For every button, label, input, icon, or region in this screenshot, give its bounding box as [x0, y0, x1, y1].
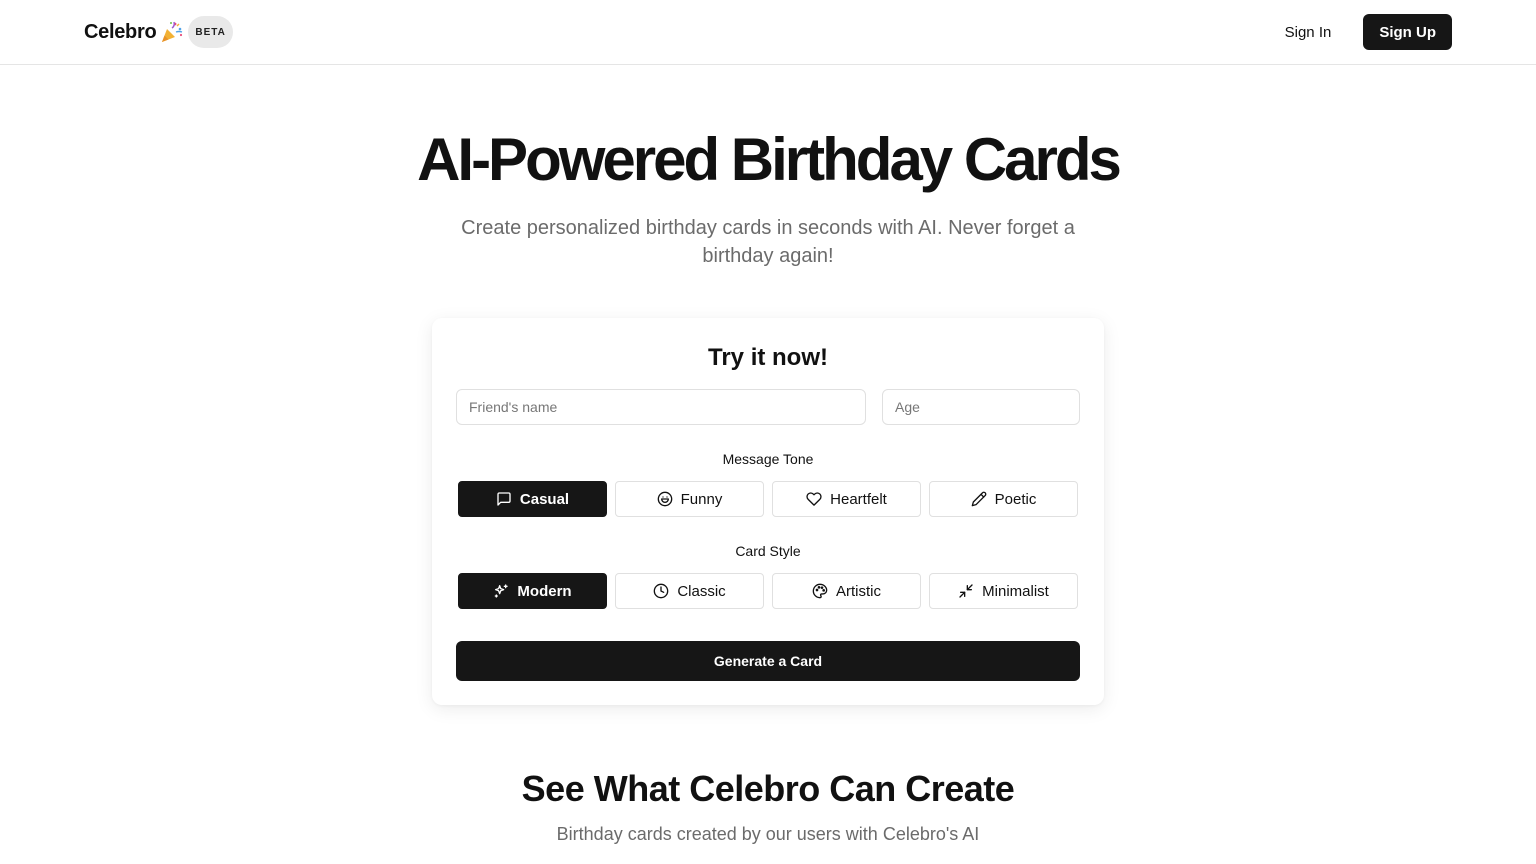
try-it-card: Try it now! Message Tone Casual Funny He…	[432, 318, 1104, 705]
brand-name: Celebro	[84, 20, 157, 43]
clock-icon	[653, 583, 669, 599]
tone-poetic-label: Poetic	[994, 490, 1037, 508]
smile-icon	[657, 491, 672, 507]
showcase-title: See What Celebro Can Create	[521, 768, 1015, 809]
palette-icon	[812, 583, 828, 599]
beta-badge: BETA	[188, 16, 233, 48]
heart-icon	[806, 492, 822, 506]
tone-heartfelt-button[interactable]: Heartfelt	[772, 481, 921, 517]
message-tone-label: Message Tone	[722, 451, 814, 467]
style-modern-button[interactable]: Modern	[458, 573, 607, 609]
top-navbar: Celebro BETA Sign In Sign Up	[0, 0, 1536, 65]
style-minimalist-button[interactable]: Minimalist	[929, 573, 1078, 609]
style-classic-button[interactable]: Classic	[615, 573, 764, 609]
hero-title: AI-Powered Birthday Cards	[417, 126, 1122, 193]
style-modern-label: Modern	[517, 582, 572, 600]
style-artistic-button[interactable]: Artistic	[772, 573, 921, 609]
sign-up-button[interactable]: Sign Up	[1363, 14, 1452, 50]
friend-name-input[interactable]	[456, 389, 866, 425]
card-title: Try it now!	[708, 344, 828, 371]
style-options: Modern Classic Artistic Minimalist	[458, 573, 1078, 609]
hero-subtitle: Create personalized birthday cards in se…	[461, 217, 1075, 267]
tone-funny-label: Funny	[680, 490, 723, 508]
tone-heartfelt-label: Heartfelt	[830, 490, 887, 508]
tone-casual-label: Casual	[519, 490, 570, 508]
minimize-icon	[959, 584, 973, 598]
generate-card-button[interactable]: Generate a Card	[456, 641, 1080, 681]
style-classic-label: Classic	[677, 582, 726, 600]
tone-poetic-button[interactable]: Poetic	[929, 481, 1078, 517]
tone-funny-button[interactable]: Funny	[615, 481, 764, 517]
party-popper-icon	[162, 21, 183, 42]
sparkles-icon	[495, 584, 509, 598]
tone-options: Casual Funny Heartfelt Poetic	[458, 481, 1078, 517]
style-artistic-label: Artistic	[836, 582, 881, 600]
brand-logo[interactable]: Celebro BETA	[84, 16, 233, 48]
message-square-icon	[497, 492, 511, 506]
nav-actions: Sign In Sign Up	[1269, 14, 1452, 50]
showcase-subtitle: Birthday cards created by our users with…	[556, 824, 980, 844]
age-input[interactable]	[882, 389, 1080, 425]
tone-casual-button[interactable]: Casual	[458, 481, 607, 517]
sign-in-button[interactable]: Sign In	[1269, 16, 1348, 49]
pencil-icon	[971, 491, 986, 507]
style-minimalist-label: Minimalist	[982, 582, 1049, 600]
card-style-label: Card Style	[735, 543, 801, 559]
